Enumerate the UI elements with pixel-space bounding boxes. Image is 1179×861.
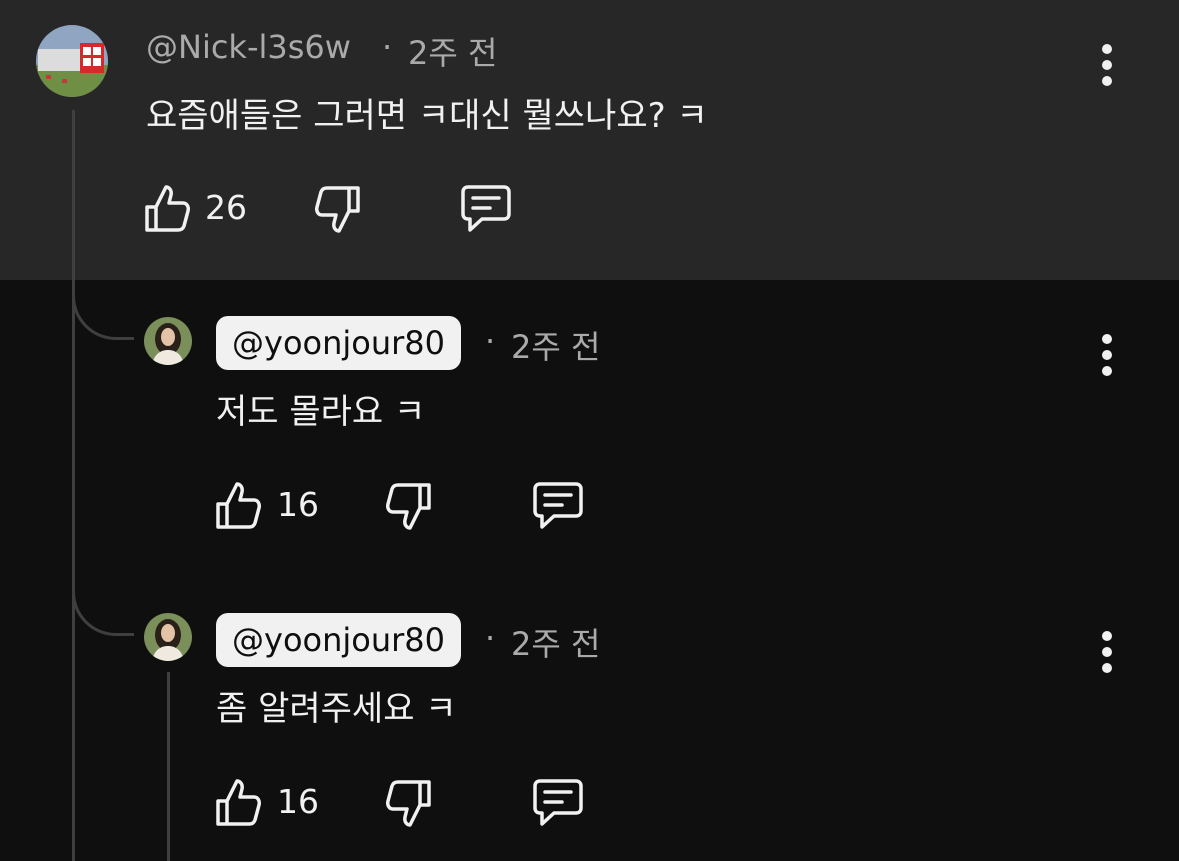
creator-handle-pill[interactable]: @yoonjour80 [216,316,461,370]
thumbs-up-icon[interactable] [215,479,263,531]
comment-icon[interactable] [532,481,584,531]
thread-connector [72,590,134,636]
avatar[interactable] [36,25,108,97]
comment-text: 저도 몰라요 ㅋ [216,392,426,432]
comment-author[interactable]: @Nick-l3s6w [146,28,351,66]
thumbs-up-icon[interactable] [215,776,263,828]
thumbs-down-icon[interactable] [384,778,432,830]
thread-line [167,672,170,861]
comment-time: 2주 전 [408,34,498,72]
comment-time: 2주 전 [511,625,601,663]
avatar[interactable] [144,613,192,661]
meta-separator: · [382,28,393,66]
thread-connector [72,294,134,340]
thumbs-down-icon[interactable] [313,184,361,236]
comment-icon[interactable] [460,184,512,234]
thread-line [72,636,75,861]
more-vertical-icon[interactable] [1099,334,1115,378]
comment-icon[interactable] [532,778,584,828]
thumbs-down-icon[interactable] [384,481,432,533]
more-vertical-icon[interactable] [1099,44,1115,88]
like-count: 26 [205,188,247,227]
comment-time: 2주 전 [511,328,601,366]
meta-separator: · [485,619,496,657]
comment-text: 요즘애들은 그러면 ㅋ대신 뭘쓰나요? ㅋ [146,96,708,136]
avatar[interactable] [144,317,192,365]
comment-text: 좀 알려주세요 ㅋ [216,689,457,729]
thumbs-up-icon[interactable] [144,182,192,234]
like-count: 16 [277,782,319,821]
meta-separator: · [485,322,496,360]
like-count: 16 [277,485,319,524]
creator-handle-pill[interactable]: @yoonjour80 [216,613,461,667]
more-vertical-icon[interactable] [1099,631,1115,675]
